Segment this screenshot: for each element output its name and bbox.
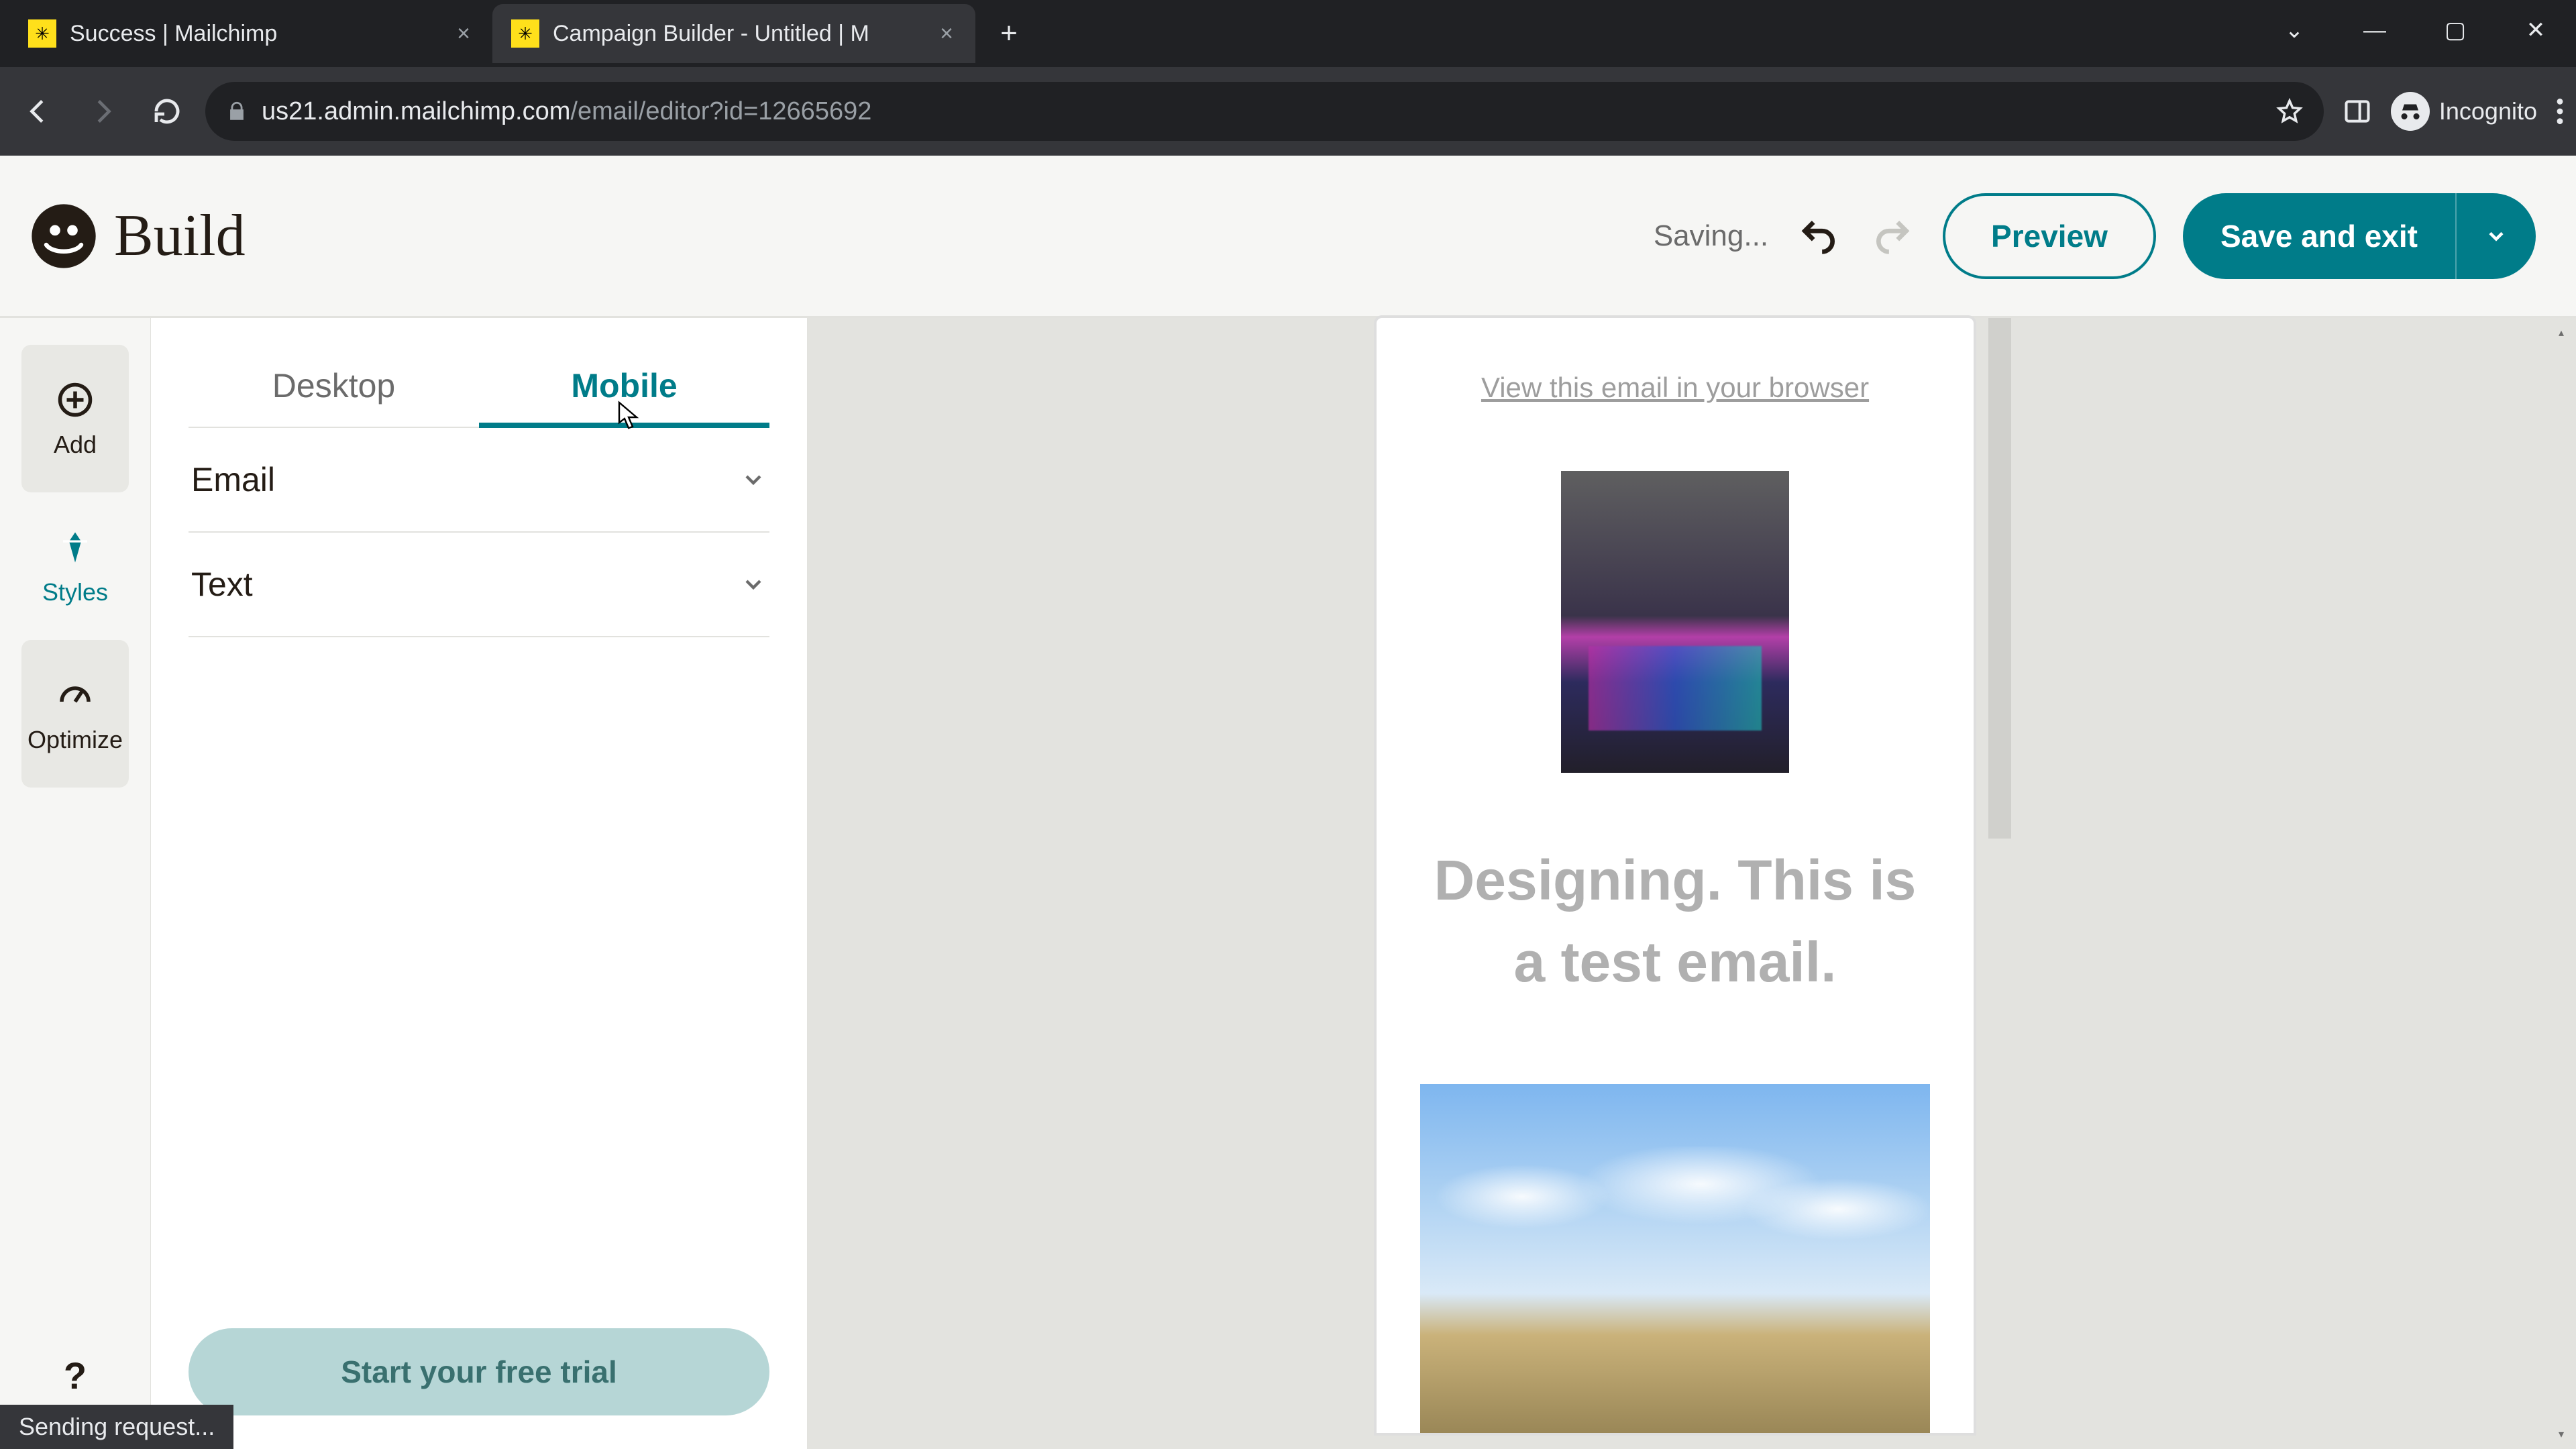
preview-scrollbar[interactable] <box>1988 318 2011 839</box>
email-canvas[interactable]: View this email in your browser Designin… <box>808 318 2576 1449</box>
browser-chrome: ✳ Success | Mailchimp × ✳ Campaign Build… <box>0 0 2576 156</box>
rail-label: Optimize <box>28 726 123 754</box>
incognito-label: Incognito <box>2439 97 2537 125</box>
email-image-1[interactable] <box>1561 471 1789 773</box>
url-path: /email/editor?id=12665692 <box>570 97 871 125</box>
diamond-icon <box>54 526 97 569</box>
tab-active-indicator <box>479 423 769 428</box>
view-in-browser-link[interactable]: View this email in your browser <box>1417 372 1933 404</box>
help-button[interactable]: ? <box>48 1348 102 1402</box>
rail-label: Styles <box>42 578 108 606</box>
accordion-label: Text <box>191 565 253 604</box>
save-dropdown-button[interactable] <box>2455 193 2536 279</box>
save-and-exit-button[interactable]: Save and exit <box>2183 193 2455 279</box>
start-trial-button[interactable]: Start your free trial <box>189 1328 769 1415</box>
incognito-indicator[interactable]: Incognito <box>2391 92 2537 131</box>
saving-status: Saving... <box>1654 219 1768 253</box>
bookmark-star-icon[interactable] <box>2275 97 2304 125</box>
url-host: us21.admin.mailchimp.com <box>262 97 570 125</box>
window-controls: ⌄ — ▢ ✕ <box>2254 0 2576 60</box>
undo-button[interactable] <box>1795 213 1842 260</box>
toolbar: us21.admin.mailchimp.com/email/editor?id… <box>0 67 2576 156</box>
lock-icon <box>225 100 248 123</box>
chevron-down-icon[interactable]: ⌄ <box>2254 0 2334 60</box>
chevron-down-icon <box>740 571 767 598</box>
toolbar-right-icons: Incognito <box>2343 92 2564 131</box>
tab-mobile[interactable]: Mobile <box>479 345 769 427</box>
scroll-down-icon[interactable]: ▾ <box>2546 1419 2576 1449</box>
status-bar: Sending request... <box>0 1405 233 1449</box>
app-frame: Build Saving... Preview Save and exit <box>0 156 2576 1449</box>
left-rail: Add Styles Optimize ? <box>0 318 150 1449</box>
redo-button[interactable] <box>1869 213 1916 260</box>
plus-circle-icon <box>54 378 97 421</box>
header-actions: Saving... Preview Save and exit <box>1654 193 2536 279</box>
rail-optimize[interactable]: Optimize <box>21 640 129 788</box>
tab-strip: ✳ Success | Mailchimp × ✳ Campaign Build… <box>0 0 2576 67</box>
mailchimp-favicon-icon: ✳ <box>511 19 539 48</box>
close-window-icon[interactable]: ✕ <box>2496 0 2576 60</box>
canvas-scrollbar-track[interactable]: ▴ ▾ <box>2546 318 2576 1449</box>
tab-campaign-builder[interactable]: ✳ Campaign Builder - Untitled | M × <box>492 4 975 63</box>
email-image-2[interactable] <box>1420 1084 1930 1433</box>
close-icon[interactable]: × <box>451 21 476 46</box>
rail-label: Add <box>54 431 97 459</box>
minimize-icon[interactable]: — <box>2334 0 2415 60</box>
save-split-button: Save and exit <box>2183 193 2536 279</box>
app-header: Build Saving... Preview Save and exit <box>0 156 2576 318</box>
tab-title: Campaign Builder - Untitled | M <box>553 21 920 47</box>
back-button[interactable] <box>12 85 64 138</box>
panel-icon[interactable] <box>2343 97 2372 126</box>
accordion-email[interactable]: Email <box>189 428 769 533</box>
url-text: us21.admin.mailchimp.com/email/editor?id… <box>262 97 871 126</box>
close-icon[interactable]: × <box>934 21 959 46</box>
app-body: Add Styles Optimize ? Desktop Mobile <box>0 318 2576 1449</box>
mailchimp-logo-icon[interactable] <box>27 199 101 273</box>
address-bar[interactable]: us21.admin.mailchimp.com/email/editor?id… <box>205 82 2324 141</box>
preview-button[interactable]: Preview <box>1943 193 2156 279</box>
chevron-down-icon <box>740 466 767 493</box>
tab-desktop[interactable]: Desktop <box>189 345 479 427</box>
device-tabs: Desktop Mobile <box>189 345 769 428</box>
tab-title: Success | Mailchimp <box>70 21 437 47</box>
gauge-icon <box>54 674 97 716</box>
rail-add[interactable]: Add <box>21 345 129 492</box>
rail-styles[interactable]: Styles <box>21 492 129 640</box>
accordion-label: Email <box>191 460 275 499</box>
forward-button[interactable] <box>76 85 129 138</box>
accordion-text[interactable]: Text <box>189 533 769 637</box>
tab-success[interactable]: ✳ Success | Mailchimp × <box>9 4 492 63</box>
maximize-icon[interactable]: ▢ <box>2415 0 2496 60</box>
new-tab-button[interactable]: + <box>989 13 1029 54</box>
scroll-up-icon[interactable]: ▴ <box>2546 318 2576 347</box>
email-heading[interactable]: Designing. This is a test email. <box>1417 840 1933 1004</box>
reload-button[interactable] <box>141 85 193 138</box>
mobile-preview-wrapper: View this email in your browser Designin… <box>1377 318 2007 1449</box>
mailchimp-favicon-icon: ✳ <box>28 19 56 48</box>
mobile-preview[interactable]: View this email in your browser Designin… <box>1377 318 1974 1433</box>
styles-panel: Desktop Mobile Email Text Start your fre… <box>150 318 808 1449</box>
page-title: Build <box>114 202 246 270</box>
incognito-icon <box>2391 92 2430 131</box>
kebab-menu-icon[interactable] <box>2556 97 2564 126</box>
